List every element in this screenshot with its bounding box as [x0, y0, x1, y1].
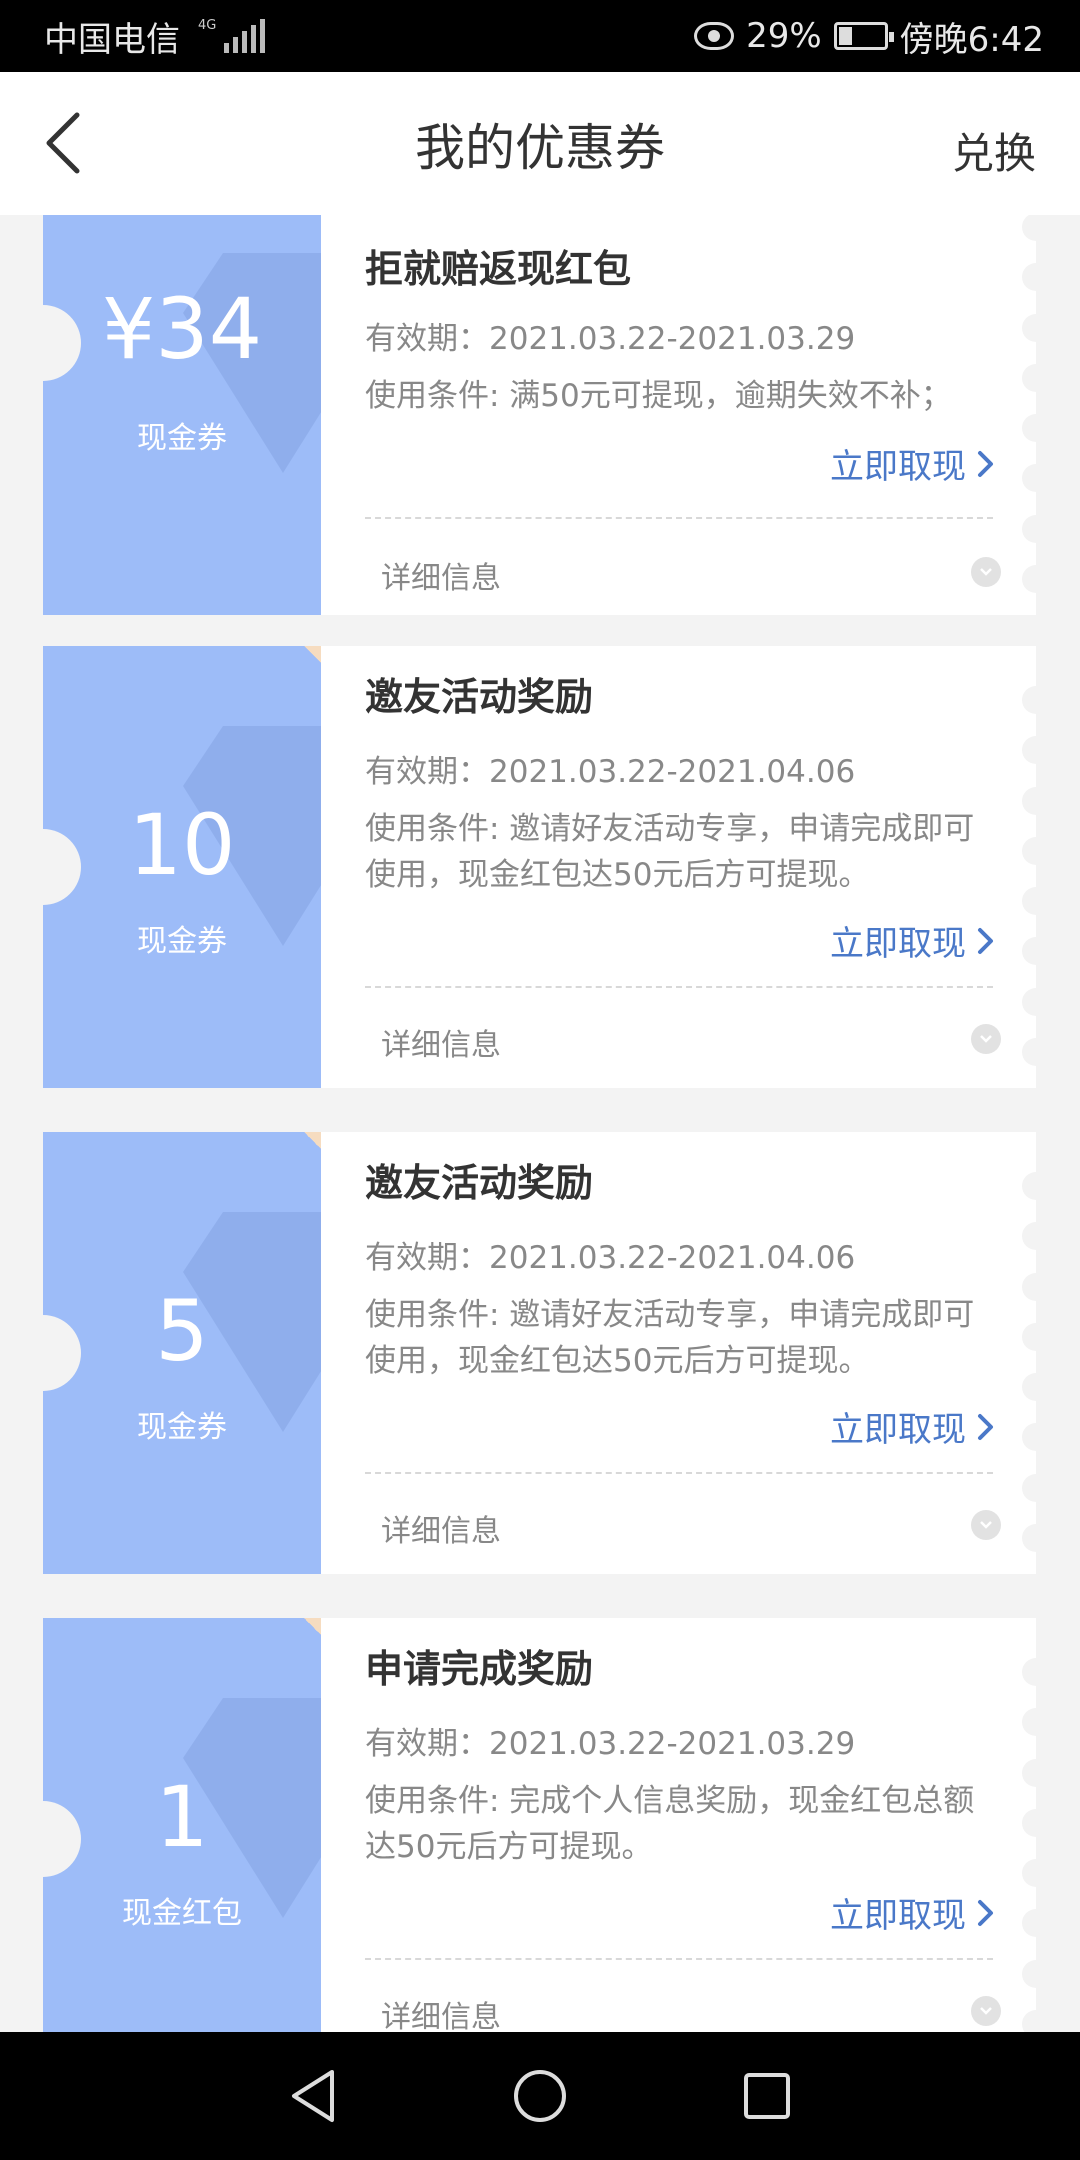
claim-cash-label: 立即取现	[830, 924, 966, 964]
chevron-down-icon	[980, 1521, 992, 1529]
coupon-perforation	[1022, 1658, 1050, 2032]
coupon-notch	[5, 829, 81, 905]
coupon-value-panel: 10 现金券	[43, 646, 321, 1088]
battery-percent: 29%	[746, 16, 822, 56]
back-button[interactable]	[38, 108, 88, 178]
coupon-amount: 5	[155, 1282, 209, 1380]
coupon-perforation	[1022, 686, 1050, 1066]
square-recent-icon	[743, 2073, 790, 2119]
status-bar: 中国电信 4G 29% 傍晚6:42	[0, 0, 1080, 72]
coupon-perforation	[1022, 1172, 1050, 1552]
redeem-button[interactable]: 兑换	[952, 120, 1036, 181]
details-label[interactable]: 详细信息	[381, 1992, 501, 2032]
chevron-right-icon	[978, 1899, 993, 1926]
claim-cash-button[interactable]: 立即取现	[830, 1888, 996, 1937]
coupon-info: 邀友活动奖励 有效期：2021.03.22-2021.04.06 使用条件: 邀…	[321, 646, 1036, 1088]
details-toggle[interactable]	[971, 1996, 1001, 2026]
battery-icon	[833, 22, 894, 50]
coupon-validity: 有效期：2021.03.22-2021.04.06	[365, 1240, 856, 1276]
coupon-list[interactable]: ¥34 现金券 拒就赔返现红包 有效期：2021.03.22-2021.03.2…	[0, 215, 1080, 2032]
details-label[interactable]: 详细信息	[381, 1506, 501, 1550]
coupon-validity: 有效期：2021.03.22-2021.04.06	[365, 754, 856, 790]
circle-home-icon	[513, 2070, 566, 2122]
triangle-back-icon	[292, 2070, 335, 2122]
eye-comfort-icon	[694, 22, 735, 50]
signal-icon: 4G	[198, 18, 266, 53]
coupon-value-panel: 1 现金红包	[43, 1618, 321, 2032]
coupon-title: 邀友活动奖励	[365, 675, 594, 719]
coupon-condition: 使用条件: 邀请好友活动专享，申请完成即可使用，现金红包达50元后方可提现。	[365, 811, 975, 893]
details-label[interactable]: 详细信息	[381, 553, 501, 597]
coupon-type-label: 现金红包	[122, 1896, 242, 1931]
coupon-notch	[5, 305, 81, 381]
chevron-right-icon	[978, 1413, 993, 1440]
system-nav-bar	[0, 2032, 1080, 2160]
coupon-notch	[5, 1315, 81, 1391]
claim-cash-label: 立即取现	[830, 1410, 966, 1450]
coupon-divider	[365, 517, 993, 519]
coupon-value-panel: 5 现金券	[43, 1132, 321, 1574]
coupon-card: 5 现金券 邀友活动奖励 有效期：2021.03.22-2021.04.06 使…	[5, 1132, 1050, 1574]
coupon-corner-fold	[304, 1618, 321, 1635]
coupon-validity: 有效期：2021.03.22-2021.03.29	[365, 1726, 856, 1762]
nav-home-button[interactable]	[510, 2066, 570, 2126]
coupon-type-label: 现金券	[137, 421, 227, 456]
claim-cash-button[interactable]: 立即取现	[830, 1402, 996, 1451]
app-header: 我的优惠券 兑换	[0, 72, 1080, 215]
details-label[interactable]: 详细信息	[381, 1020, 501, 1064]
claim-cash-label: 立即取现	[830, 447, 966, 487]
chevron-down-icon	[980, 2007, 992, 2015]
page-title: 我的优惠券	[415, 118, 665, 177]
claim-cash-button[interactable]: 立即取现	[830, 439, 996, 488]
chevron-down-icon	[980, 1035, 992, 1043]
coupon-divider	[365, 1958, 993, 1960]
chevron-right-icon	[978, 927, 993, 954]
coupon-card: 10 现金券 邀友活动奖励 有效期：2021.03.22-2021.04.06 …	[5, 646, 1050, 1088]
coupon-info: 拒就赔返现红包 有效期：2021.03.22-2021.03.29 使用条件: …	[321, 215, 1036, 615]
coupon-title: 申请完成奖励	[365, 1647, 594, 1691]
carrier-label: 中国电信	[44, 19, 180, 60]
coupon-title: 邀友活动奖励	[365, 1161, 594, 1205]
chevron-left-icon	[46, 112, 80, 174]
network-type-label: 4G	[198, 18, 217, 33]
coupon-amount: 10	[128, 796, 236, 894]
coupon-amount: 1	[155, 1768, 209, 1866]
chevron-right-icon	[978, 450, 993, 477]
coupon-perforation	[1022, 215, 1050, 593]
details-toggle[interactable]	[971, 1510, 1001, 1540]
coupon-value-panel: ¥34 现金券	[43, 215, 321, 615]
coupon-validity: 有效期：2021.03.22-2021.03.29	[365, 321, 856, 357]
chevron-down-icon	[980, 568, 992, 576]
status-left: 中国电信 4G	[44, 12, 266, 61]
coupon-amount: ¥34	[101, 280, 263, 378]
coupon-corner-fold	[304, 1132, 321, 1149]
clock: 傍晚6:42	[899, 19, 1044, 60]
coupon-type-label: 现金券	[137, 1410, 227, 1445]
claim-cash-button[interactable]: 立即取现	[830, 916, 996, 965]
coupon-info: 申请完成奖励 有效期：2021.03.22-2021.03.29 使用条件: 完…	[321, 1618, 1036, 2032]
coupon-corner-fold	[304, 646, 321, 663]
status-right: 29% 傍晚6:42	[694, 12, 1044, 61]
details-toggle[interactable]	[971, 557, 1001, 587]
coupon-notch	[5, 1801, 81, 1877]
coupon-condition: 使用条件: 满50元可提现，逾期失效不补；	[365, 378, 952, 414]
coupon-type-label: 现金券	[137, 924, 227, 959]
coupon-divider	[365, 1472, 993, 1474]
coupon-title: 拒就赔返现红包	[365, 247, 632, 291]
coupon-condition: 使用条件: 完成个人信息奖励，现金红包总额达50元后方可提现。	[365, 1783, 975, 1865]
coupon-card: ¥34 现金券 拒就赔返现红包 有效期：2021.03.22-2021.03.2…	[5, 215, 1050, 615]
coupon-info: 邀友活动奖励 有效期：2021.03.22-2021.04.06 使用条件: 邀…	[321, 1132, 1036, 1574]
coupon-condition: 使用条件: 邀请好友活动专享，申请完成即可使用，现金红包达50元后方可提现。	[365, 1297, 975, 1379]
nav-back-button[interactable]	[283, 2066, 343, 2126]
details-toggle[interactable]	[971, 1024, 1001, 1054]
nav-recent-button[interactable]	[737, 2066, 797, 2126]
coupon-card: 1 现金红包 申请完成奖励 有效期：2021.03.22-2021.03.29 …	[5, 1618, 1050, 2032]
claim-cash-label: 立即取现	[830, 1896, 966, 1936]
coupon-divider	[365, 986, 993, 988]
